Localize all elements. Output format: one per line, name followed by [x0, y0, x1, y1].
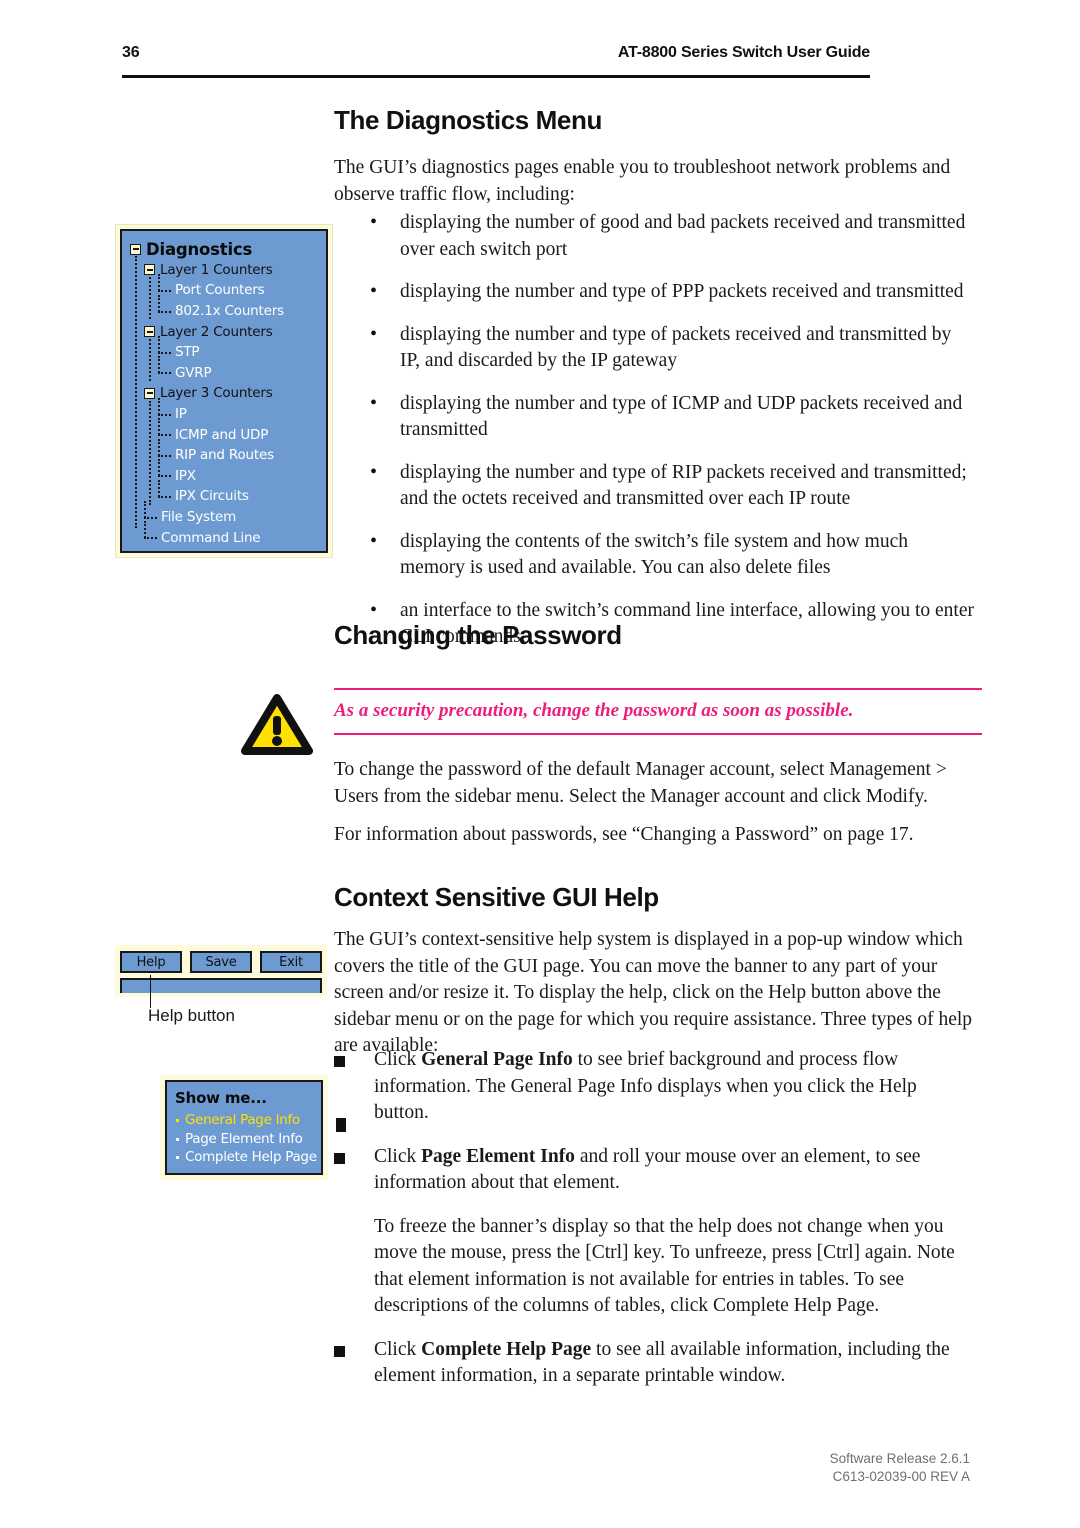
- note-text: As a security precaution, change the pas…: [334, 700, 854, 721]
- tree-item-ip[interactable]: IP: [158, 397, 322, 425]
- list-item-lead: Click: [374, 1049, 422, 1070]
- tree-item-file-system[interactable]: File System: [144, 500, 322, 528]
- heading-context-sensitive-gui-help: Context Sensitive GUI Help: [334, 882, 659, 912]
- page-number: 36: [122, 44, 140, 61]
- collapse-icon[interactable]: [130, 243, 141, 255]
- list-item: displaying the number and type of RIP pa…: [334, 459, 974, 513]
- list-item: displaying the contents of the switch’s …: [334, 528, 974, 582]
- security-note: As a security precaution, change the pas…: [334, 688, 982, 735]
- tree-item-layer-2-counters[interactable]: Layer 2 Counters: [144, 321, 322, 342]
- list-item: displaying the number and type of ICMP a…: [334, 390, 974, 444]
- tree-connector-icon: [144, 521, 157, 543]
- header-divider: [122, 75, 870, 78]
- tree-item-layer-1-counters[interactable]: Layer 1 Counters: [144, 260, 322, 281]
- toolbar-button-row: Help Save Exit: [120, 951, 322, 973]
- show-me-item-general-page-info[interactable]: General Page Info: [175, 1111, 313, 1130]
- figure-diagnostics-sidebar: Diagnostics Layer 1 Counters Port Counte…: [115, 224, 333, 558]
- collapse-icon[interactable]: [144, 387, 155, 399]
- show-me-title: Show me...: [175, 1089, 267, 1107]
- tree-item-label: Diagnostics: [146, 239, 253, 259]
- warning-triangle-icon: [241, 694, 313, 755]
- list-item-term: Complete Help Page: [421, 1338, 592, 1360]
- list-item: Click General Page Info to see brief bac…: [334, 1047, 974, 1127]
- tree-item-layer-3-counters[interactable]: Layer 3 Counters: [144, 383, 322, 404]
- figure-gui-toolbar: Help Save Exit: [115, 945, 327, 997]
- footer-software-release: Software Release 2.6.1: [829, 1451, 970, 1466]
- tree-item-port-counters[interactable]: Port Counters: [158, 273, 322, 301]
- show-me-item-complete-help-page[interactable]: Complete Help Page: [175, 1148, 317, 1167]
- collapse-icon[interactable]: [144, 326, 155, 338]
- tree-item-label: IP: [175, 406, 187, 423]
- tree-item-label: GVRP: [175, 364, 212, 381]
- tree-item-command-line[interactable]: Command Line: [144, 521, 322, 548]
- tree-item-8021x-counters[interactable]: 802.1x Counters: [158, 294, 322, 322]
- help-button[interactable]: Help: [120, 951, 182, 973]
- page-footer: Software Release 2.6.1 C613-02039-00 REV…: [830, 1450, 970, 1486]
- heading-changing-the-password: Changing the Password: [334, 620, 622, 650]
- tree-item-label: STP: [175, 344, 200, 361]
- tree-item-label: Command Line: [161, 529, 261, 546]
- tree-item-rip-and-routes[interactable]: RIP and Routes: [158, 438, 322, 466]
- tree-branch-line: [149, 401, 151, 505]
- guide-title: AT-8800 Series Switch User Guide: [617, 44, 870, 61]
- help-freeze-paragraph: To freeze the banner’s display so that t…: [374, 1215, 955, 1317]
- tree-item-label: File System: [161, 509, 237, 526]
- exit-button[interactable]: Exit: [260, 951, 322, 973]
- tree-item-icmp-and-udp[interactable]: ICMP and UDP: [158, 418, 322, 445]
- help-types-list: Click General Page Info to see brief bac…: [334, 1047, 974, 1390]
- footer-document-number: C613-02039-00 REV A: [832, 1469, 970, 1484]
- tree-item-ipx[interactable]: IPX: [158, 459, 322, 487]
- tree-connector-icon: [158, 356, 171, 378]
- list-item: displaying the number of good and bad pa…: [334, 209, 974, 263]
- diagnostics-intro: The GUI’s diagnostics pages enable you t…: [334, 157, 951, 205]
- list-item: displaying the number and type of PPP pa…: [334, 278, 974, 306]
- tree-item-stp[interactable]: STP: [158, 335, 322, 363]
- figure-show-me-panel: Show me... General Page Info Page Elemen…: [160, 1075, 328, 1180]
- tree-item-diagnostics[interactable]: Diagnostics: [130, 239, 322, 260]
- collapse-icon[interactable]: [144, 264, 155, 276]
- save-button[interactable]: Save: [190, 951, 252, 973]
- tree-item-label: Layer 1 Counters: [160, 261, 273, 278]
- figure-edge-marker: [336, 1118, 346, 1132]
- list-item: displaying the number and type of packet…: [334, 321, 974, 375]
- help-intro: The GUI’s context-sensitive help system …: [334, 929, 973, 1056]
- page-header: 36 AT-8800 Series Switch User Guide: [122, 44, 870, 62]
- tree-item-label: ICMP and UDP: [175, 426, 269, 443]
- tree-connector-icon: [158, 294, 171, 317]
- tree-item-label: IPX: [175, 467, 196, 484]
- tree-item-label: Layer 2 Counters: [160, 323, 273, 340]
- list-item-term: Page Element Info: [421, 1145, 575, 1167]
- list-item: Click Complete Help Page to see all avai…: [334, 1337, 974, 1390]
- list-item-term: General Page Info: [421, 1049, 573, 1070]
- show-me-item-page-element-info[interactable]: Page Element Info: [175, 1130, 313, 1149]
- tree-item-label: IPX Circuits: [175, 488, 249, 505]
- tree-item-gvrp[interactable]: GVRP: [158, 356, 322, 384]
- tree-item-label: Layer 3 Counters: [160, 385, 273, 402]
- heading-diagnostics-menu: The Diagnostics Menu: [334, 105, 602, 135]
- show-me-panel[interactable]: Show me... General Page Info Page Elemen…: [165, 1080, 323, 1175]
- password-paragraph-1: To change the password of the default Ma…: [334, 759, 947, 807]
- diagnostics-tree[interactable]: Diagnostics Layer 1 Counters Port Counte…: [120, 229, 328, 553]
- callout-label-help-button: Help button: [148, 1006, 235, 1025]
- callout-leader-line: [150, 975, 151, 1008]
- tree-branch-line: [149, 277, 151, 319]
- password-paragraph-2: For information about passwords, see “Ch…: [334, 824, 914, 845]
- tree-item-label: 802.1x Counters: [175, 303, 284, 320]
- note-rule-bottom: [334, 733, 982, 735]
- tree-trunk-line: [135, 256, 137, 528]
- list-item-lead: Click: [374, 1338, 422, 1360]
- diagnostics-bullet-list: displaying the number of good and bad pa…: [334, 209, 974, 651]
- list-item-lead: Click: [374, 1145, 422, 1167]
- list-item: Click Page Element Info and roll your mo…: [334, 1144, 974, 1197]
- tree-item-ipx-circuits[interactable]: IPX Circuits: [158, 479, 322, 507]
- tree-connector-icon: [158, 479, 171, 502]
- tree-item-label: RIP and Routes: [175, 447, 274, 464]
- tree-branch-line: [149, 339, 151, 381]
- tree-item-label: Port Counters: [175, 282, 265, 299]
